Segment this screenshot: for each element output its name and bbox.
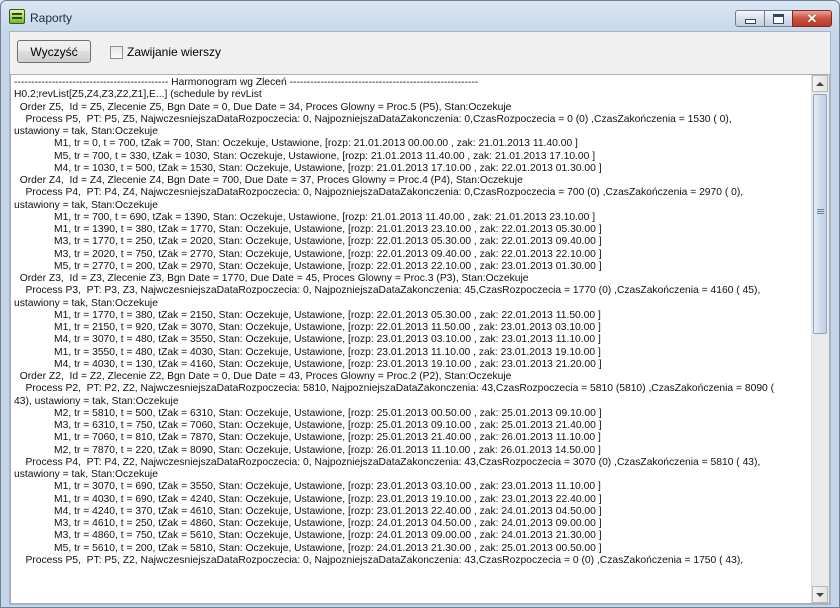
- report-line: ustawiony = tak, Stan:Oczekuje: [14, 469, 158, 480]
- report-line: M4, tr = 3070, t = 480, tZak = 3550, Sta…: [14, 334, 601, 346]
- arrow-down-icon: [816, 592, 824, 597]
- report-line: ustawiony = tak, Stan:Oczekuje: [14, 126, 158, 137]
- grip-icon: [817, 209, 824, 210]
- report-line: M1, tr = 7060, t = 810, tZak = 7870, Sta…: [14, 432, 601, 444]
- report-line: M4, tr = 4030, t = 130, tZak = 4160, Sta…: [14, 358, 602, 370]
- report-line: Order Z3, Id = Z3, Zlecenie Z3, Bgn Date…: [14, 273, 529, 284]
- scroll-thumb[interactable]: [813, 94, 827, 334]
- report-line: Order Z5, Id = Z5, Zlecenie Z5, Bgn Date…: [14, 101, 512, 113]
- report-line: M2, tr = 5810, t = 500, tZak = 6310, Sta…: [14, 407, 602, 419]
- window-client-area: Wyczyść Zawijanie wierszy --------------…: [9, 31, 831, 605]
- report-line: Process P5, PT: P5, Z5, NajwczesniejszaD…: [14, 113, 732, 125]
- report-line: M3, tr = 2020, t = 750, tZak = 2770, Sta…: [14, 248, 602, 260]
- title-bar[interactable]: Raporty ✕: [1, 1, 839, 31]
- report-line: M5, tr = 700, t = 330, tZak = 1030, Stan…: [14, 150, 596, 162]
- maximize-icon: [773, 13, 784, 24]
- report-line: M1, tr = 1770, t = 380, tZak = 2150, Sta…: [14, 309, 601, 321]
- report-line: M1, tr = 3550, t = 480, tZak = 4030, Sta…: [14, 346, 601, 358]
- close-icon: ✕: [806, 11, 818, 26]
- report-line: M3, tr = 1770, t = 250, tZak = 2020, Sta…: [14, 236, 602, 248]
- maximize-button[interactable]: [764, 10, 793, 27]
- report-line: Process P4, PT: P4, Z4, NajwczesniejszaD…: [14, 187, 744, 199]
- line-wrap-checkbox[interactable]: [110, 45, 123, 59]
- report-window: Raporty ✕ Wyczyść Zawijanie wierszy ----…: [0, 0, 840, 608]
- report-line: Order Z2, Id = Z2, Zlecenie Z2, Bgn Date…: [14, 371, 512, 382]
- report-line: M5, tr = 2770, t = 200, tZak = 2970, Sta…: [14, 260, 602, 272]
- line-wrap-label[interactable]: Zawijanie wierszy: [127, 45, 221, 59]
- line-wrap-toggle[interactable]: Zawijanie wierszy: [110, 45, 221, 59]
- minimize-icon: [744, 19, 756, 24]
- close-button[interactable]: ✕: [792, 10, 832, 27]
- report-line: Process P5, PT: P5, Z2, NajwczesniejszaD…: [14, 554, 744, 566]
- minimize-button[interactable]: [735, 10, 765, 27]
- report-line: ustawiony = tak, Stan:Oczekuje: [14, 199, 158, 211]
- report-line: ----------------------------------------…: [14, 77, 479, 88]
- report-line: M1, tr = 3070, t = 690, tZak = 3550, Sta…: [14, 481, 601, 493]
- report-line: M2, tr = 7870, t = 220, tZak = 8090, Sta…: [14, 444, 601, 456]
- report-line: M5, tr = 5610, t = 200, tZak = 5810, Sta…: [14, 542, 602, 554]
- window-title: Raporty: [30, 11, 73, 25]
- vertical-scrollbar[interactable]: [811, 75, 829, 603]
- report-line: M1, tr = 2150, t = 920, tZak = 3070, Sta…: [14, 322, 601, 333]
- report-line: M1, tr = 4030, t = 690, tZak = 4240, Sta…: [14, 493, 602, 505]
- report-line: H0.2;revList[Z5,Z4,Z3,Z2,Z1],E...] (sche…: [14, 89, 262, 101]
- report-line: Process P3, PT: P3, Z3, NajwczesniejszaD…: [14, 285, 761, 297]
- report-line: M4, tr = 1030, t = 500, tZak = 1530, Sta…: [14, 162, 602, 174]
- report-line: M3, tr = 4860, t = 750, tZak = 5610, Sta…: [14, 530, 602, 542]
- report-line: M1, tr = 1390, t = 380, tZak = 1770, Sta…: [14, 224, 602, 235]
- report-line: M4, tr = 4240, t = 370, tZak = 4610, Sta…: [14, 505, 602, 517]
- scroll-down-button[interactable]: [812, 586, 828, 603]
- toolbar: Wyczyść Zawijanie wierszy: [10, 32, 830, 72]
- report-app-icon: [9, 9, 25, 24]
- report-line: M3, tr = 4610, t = 250, tZak = 4860, Sta…: [14, 518, 602, 529]
- clear-button[interactable]: Wyczyść: [17, 40, 91, 63]
- report-line: M1, tr = 0, t = 700, tZak = 700, Stan: O…: [14, 138, 578, 150]
- report-line: ustawiony = tak, Stan:Oczekuje: [14, 297, 158, 309]
- report-text-area[interactable]: ----------------------------------------…: [10, 74, 830, 604]
- report-line: Order Z4, Id = Z4, Zlecenie Z4, Bgn Date…: [14, 175, 523, 186]
- report-line: M3, tr = 6310, t = 750, tZak = 7060, Sta…: [14, 420, 602, 431]
- report-text: ----------------------------------------…: [14, 77, 814, 603]
- scroll-up-button[interactable]: [812, 75, 828, 92]
- arrow-up-icon: [816, 81, 824, 86]
- report-line: Process P2, PT: P2, Z2, NajwczesniejszaD…: [14, 383, 775, 395]
- report-line: M1, tr = 700, t = 690, tZak = 1390, Stan…: [14, 211, 596, 223]
- report-line: 43), ustawiony = tak, Stan:Oczekuje: [14, 395, 179, 407]
- report-line: Process P4, PT: P4, Z2, NajwczesniejszaD…: [14, 456, 761, 468]
